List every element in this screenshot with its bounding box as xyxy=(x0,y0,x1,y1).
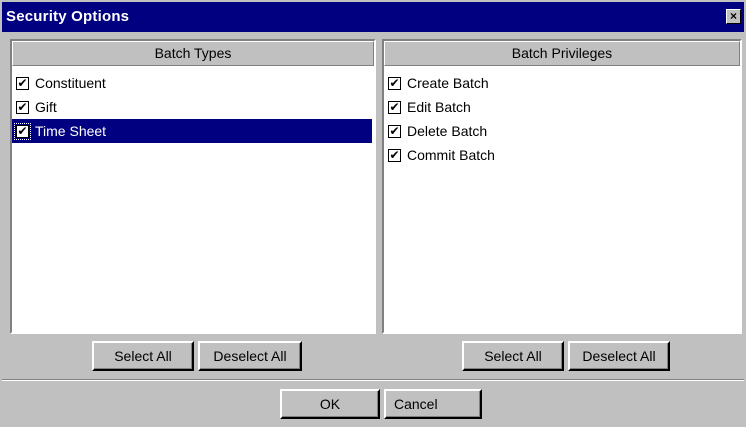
check-icon[interactable]: ✔ xyxy=(388,124,401,138)
check-icon[interactable]: ✔ xyxy=(388,148,401,162)
list-item-commit-batch[interactable]: ✔ Commit Batch xyxy=(384,143,740,167)
check-icon[interactable]: ✔ xyxy=(16,76,29,90)
title-bar[interactable]: Security Options × xyxy=(2,2,744,32)
window-title: Security Options xyxy=(6,8,130,25)
batch-types-deselect-all-button[interactable]: Deselect All xyxy=(198,341,302,371)
batch-privileges-items: ✔ Create Batch ✔ Edit Batch ✔ Delete Bat… xyxy=(384,66,740,167)
batch-types-header[interactable]: Batch Types xyxy=(12,41,374,66)
list-item-gift[interactable]: ✔ Gift xyxy=(12,95,374,119)
batch-types-items: ✔ Constituent ✔ Gift ✔ Time Sheet xyxy=(12,66,374,143)
list-item-label: Commit Batch xyxy=(407,147,495,163)
batch-types-list[interactable]: Batch Types ✔ Constituent ✔ Gift ✔ Time … xyxy=(10,39,376,334)
batch-privileges-list[interactable]: Batch Privileges ✔ Create Batch ✔ Edit B… xyxy=(382,39,742,334)
check-icon[interactable]: ✔ xyxy=(388,76,401,90)
separator xyxy=(2,380,744,381)
check-icon[interactable]: ✔ xyxy=(14,122,31,140)
list-item-constituent[interactable]: ✔ Constituent xyxy=(12,71,374,95)
close-icon[interactable]: × xyxy=(726,9,741,24)
security-options-dialog: Security Options × Batch Types ✔ Constit… xyxy=(0,0,746,427)
list-item-label: Time Sheet xyxy=(35,123,107,139)
batch-types-select-all-button[interactable]: Select All xyxy=(92,341,194,371)
list-item-label: Edit Batch xyxy=(407,99,471,115)
list-item-label: Create Batch xyxy=(407,75,489,91)
check-icon[interactable]: ✔ xyxy=(388,100,401,114)
check-icon[interactable]: ✔ xyxy=(16,100,29,114)
list-item-label: Gift xyxy=(35,99,57,115)
batch-privileges-header[interactable]: Batch Privileges xyxy=(384,41,740,66)
cancel-button[interactable]: Cancel xyxy=(384,389,482,419)
batch-privileges-select-all-button[interactable]: Select All xyxy=(462,341,564,371)
list-item-label: Constituent xyxy=(35,75,106,91)
list-item-create-batch[interactable]: ✔ Create Batch xyxy=(384,71,740,95)
list-item-delete-batch[interactable]: ✔ Delete Batch xyxy=(384,119,740,143)
batch-privileges-deselect-all-button[interactable]: Deselect All xyxy=(568,341,670,371)
list-item-time-sheet[interactable]: ✔ Time Sheet xyxy=(12,119,372,143)
ok-button[interactable]: OK xyxy=(280,389,380,419)
list-item-edit-batch[interactable]: ✔ Edit Batch xyxy=(384,95,740,119)
list-item-label: Delete Batch xyxy=(407,123,488,139)
